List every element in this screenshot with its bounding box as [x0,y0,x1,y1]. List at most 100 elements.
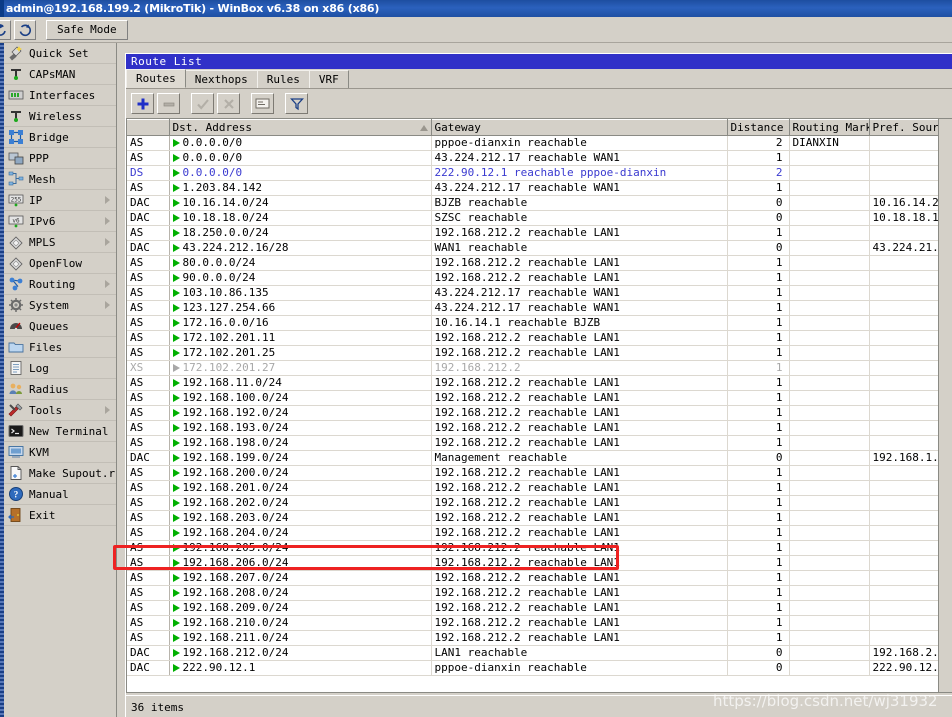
sidebar-item-new-terminal[interactable]: New Terminal [4,421,116,442]
tab-nexthops[interactable]: Nexthops [184,70,258,88]
column-header-distance[interactable]: Distance [727,119,790,136]
table-row[interactable]: DAC 222.90.12.1 pppoe-dianxin reachable 0 22… [127,660,950,676]
table-row[interactable]: AS 192.168.211.0/24 192.168.212.2 reachabl… [127,630,950,646]
tab-rules[interactable]: Rules [256,70,310,88]
sidebar-item-ip[interactable]: 255 IP [4,190,116,211]
tab-vrf[interactable]: VRF [308,70,349,88]
comment-button[interactable] [251,93,274,114]
column-header-pref-source[interactable]: Pref. Source [869,119,950,136]
sidebar-item-tools[interactable]: Tools [4,400,116,421]
sidebar-item-system[interactable]: System [4,295,116,316]
sidebar-item-routing[interactable]: Routing [4,274,116,295]
table-row[interactable]: AS 90.0.0.0/24 192.168.212.2 reachable LAN… [127,270,950,286]
cell-pref-source [869,570,950,586]
table-row[interactable]: AS 192.168.100.0/24 192.168.212.2 reachabl… [127,390,950,406]
safe-mode-button[interactable]: Safe Mode [46,19,128,40]
sidebar-item-wireless[interactable]: Wireless [4,106,116,127]
filter-button[interactable] [285,93,308,114]
cell-pref-source: 43.224.21... [869,240,950,256]
refresh-icon-button[interactable] [14,19,36,40]
remove-button[interactable] [157,93,180,114]
column-header-dst-address[interactable]: Dst. Address [169,119,432,136]
enable-button[interactable] [191,93,214,114]
table-row[interactable]: AS 192.168.204.0/24 192.168.212.2 reachabl… [127,525,950,541]
table-row[interactable]: AS 123.127.254.66 43.224.212.17 reachable … [127,300,950,316]
table-row[interactable]: AS 0.0.0.0/0 pppoe-dianxin reachable 2 DIANX… [127,135,950,151]
sidebar-item-log[interactable]: Log [4,358,116,379]
sidebar-item-make-supout-rif[interactable]: Make Supout.rif [4,463,116,484]
back-icon-button[interactable] [0,19,11,40]
cell-text: 80.0.0.0/24 [182,256,256,269]
table-row[interactable]: AS 0.0.0.0/0 43.224.212.17 reachable WAN1 1 [127,150,950,166]
table-row[interactable]: AS 103.10.86.135 43.224.212.17 reachable W… [127,285,950,301]
cell-gateway: 192.168.212.2 reachable LAN1 [431,255,728,271]
sidebar-item-quick-set[interactable]: Quick Set [4,43,116,64]
table-row[interactable]: AS 192.168.193.0/24 192.168.212.2 reachabl… [127,420,950,436]
table-row[interactable]: AS 192.168.203.0/24 192.168.212.2 reachabl… [127,510,950,526]
cell-dst-address: 192.168.210.0/24 [169,615,432,631]
table-row[interactable]: DAC 43.224.212.16/28 WAN1 reachable 0 43.224… [127,240,950,256]
cell-pref-source [869,165,950,181]
sidebar-item-queues[interactable]: Queues [4,316,116,337]
table-row[interactable]: DAC 192.168.212.0/24 LAN1 reachable 0 192.16… [127,645,950,661]
cell-dst-address: 18.250.0.0/24 [169,225,432,241]
sidebar-item-mpls[interactable]: MPLS [4,232,116,253]
column-header-routing-mark[interactable]: Routing Mark [789,119,870,136]
sidebar-item-ipv6[interactable]: v6 IPv6 [4,211,116,232]
table-row[interactable]: XS 172.102.201.27 192.168.212.2 1 [127,360,950,376]
table-row[interactable]: AS 192.168.209.0/24 192.168.212.2 reachabl… [127,600,950,616]
table-row[interactable]: AS 192.168.205.0/24 192.168.212.2 reachabl… [127,540,950,556]
cell-text: 103.10.86.135 [182,286,269,299]
route-table-header-row: Dst. Address Gateway Distance Routing Ma… [127,119,950,136]
table-row[interactable]: AS 192.168.198.0/24 192.168.212.2 reachabl… [127,435,950,451]
table-row[interactable]: AS 192.168.192.0/24 192.168.212.2 reachabl… [127,405,950,421]
table-row[interactable]: AS 192.168.206.0/24 192.168.212.2 reachabl… [127,555,950,571]
sidebar-item-files[interactable]: Files [4,337,116,358]
sidebar-item-ppp[interactable]: PPP [4,148,116,169]
cell-pref-source [869,630,950,646]
cell-distance: 1 [727,630,790,646]
table-row[interactable]: DS 0.0.0.0/0 222.90.12.1 reachable pppoe-d… [127,165,950,181]
column-header-gateway[interactable]: Gateway [431,119,728,136]
sidebar-item-kvm[interactable]: KVM [4,442,116,463]
table-row[interactable]: AS 192.168.210.0/24 192.168.212.2 reachabl… [127,615,950,631]
table-row[interactable]: AS 192.168.201.0/24 192.168.212.2 reachabl… [127,480,950,496]
sidebar-item-radius[interactable]: Radius [4,379,116,400]
sidebar-item-interfaces[interactable]: Interfaces [4,85,116,106]
sidebar-item-exit[interactable]: Exit [4,505,116,526]
table-row[interactable]: AS 192.168.207.0/24 192.168.212.2 reachabl… [127,570,950,586]
table-row[interactable]: DAC 192.168.199.0/24 Management reachable 0… [127,450,950,466]
tab-routes[interactable]: Routes [126,69,186,88]
sidebar-item-label: Make Supout.rif [29,466,116,480]
sidebar-item-bridge[interactable]: Bridge [4,127,116,148]
add-button[interactable] [131,93,154,114]
table-row[interactable]: AS 80.0.0.0/24 192.168.212.2 reachable LAN… [127,255,950,271]
table-row[interactable]: AS 172.16.0.0/16 10.16.14.1 reachable BJZB… [127,315,950,331]
sidebar-item-openflow[interactable]: OpenFlow [4,253,116,274]
cell-distance: 0 [727,660,790,676]
table-row[interactable]: AS 18.250.0.0/24 192.168.212.2 reachable L… [127,225,950,241]
table-row[interactable]: AS 192.168.11.0/24 192.168.212.2 reachable… [127,375,950,391]
cell-flags: AS [127,585,170,601]
table-row[interactable]: DAC 10.18.18.0/24 SZSC reachable 0 10.18.18.… [127,210,950,226]
table-row[interactable]: DAC 10.16.14.0/24 BJZB reachable 0 10.16.14.… [127,195,950,211]
table-row[interactable]: AS 1.203.84.142 43.224.212.17 reachable WA… [127,180,950,196]
column-header-flags[interactable] [127,119,170,136]
cell-distance: 1 [727,285,790,301]
svg-text:255: 255 [11,197,22,204]
cell-flags: AS [127,300,170,316]
table-row[interactable]: AS 172.102.201.25 192.168.212.2 reachable … [127,345,950,361]
route-table-scrollbar[interactable] [938,119,952,692]
sidebar-item-mesh[interactable]: Mesh [4,169,116,190]
table-row[interactable]: AS 192.168.202.0/24 192.168.212.2 reachabl… [127,495,950,511]
table-row[interactable]: AS 192.168.200.0/24 192.168.212.2 reachabl… [127,465,950,481]
sidebar-item-manual[interactable]: ? Manual [4,484,116,505]
cell-routing-mark [789,210,870,226]
route-active-arrow-icon [172,604,180,612]
cell-gateway: 192.168.212.2 reachable LAN1 [431,375,728,391]
sidebar-item-capsman[interactable]: CAPsMAN [4,64,116,85]
table-row[interactable]: AS 192.168.208.0/24 192.168.212.2 reachabl… [127,585,950,601]
cell-routing-mark [789,300,870,316]
table-row[interactable]: AS 172.102.201.11 192.168.212.2 reachable … [127,330,950,346]
disable-button[interactable] [217,93,240,114]
